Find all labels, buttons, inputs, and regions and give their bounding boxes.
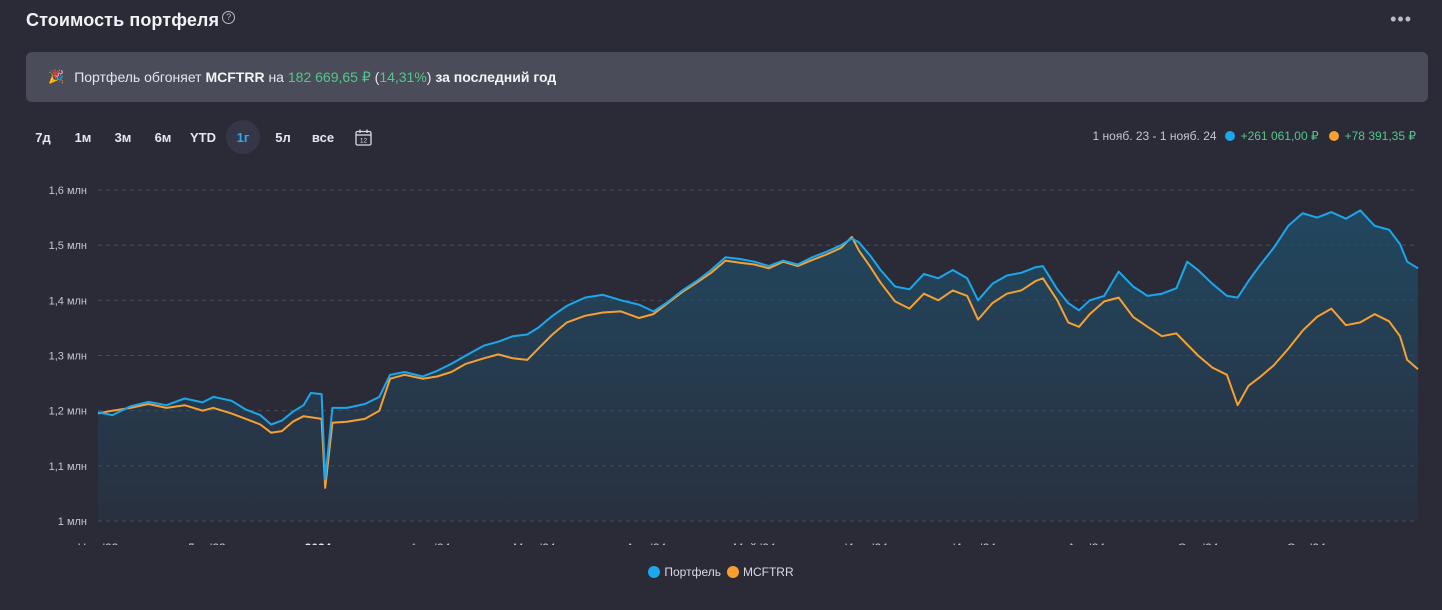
card-header: Стоимость портфеля ?	[26, 10, 236, 31]
help-icon[interactable]: ?	[222, 11, 236, 24]
banner-amount: 182 669,65 ₽	[287, 68, 371, 85]
x-tick-label: Авг '24	[1067, 541, 1105, 545]
x-tick-label: Май '24	[733, 541, 776, 545]
period-7d[interactable]: 7д	[26, 120, 60, 154]
y-tick-label: 1,2 млн	[49, 406, 87, 418]
chart-legend: Портфель MCFTRR	[0, 565, 1442, 579]
banner-on: на	[268, 69, 284, 85]
period-all[interactable]: все	[306, 120, 340, 154]
x-tick-label: 2024	[305, 541, 332, 545]
legend-index[interactable]: MCFTRR	[726, 565, 794, 579]
portfolio-change: +261 061,00 ₽	[1240, 129, 1319, 143]
party-popper-icon: 🎉	[48, 69, 65, 84]
date-range: 1 нояб. 23 - 1 нояб. 24	[1092, 129, 1217, 143]
x-tick-label: Мар '24	[513, 541, 556, 545]
x-tick-label: Сен '24	[1178, 541, 1219, 545]
x-tick-label: Июл '24	[953, 541, 997, 545]
y-tick-label: 1,1 млн	[49, 461, 87, 473]
banner-percent: 14,31%	[379, 69, 427, 85]
area-fill	[98, 210, 1418, 521]
period-summary: 1 нояб. 23 - 1 нояб. 24 +261 061,00 ₽ +7…	[1093, 129, 1416, 143]
page-title: Стоимость портфеля	[26, 10, 220, 30]
banner-suffix: за последний год	[435, 69, 557, 85]
x-axis: Ноя '23 Дек '23 2024 Фев '24 Мар '24 Апр '24 М…	[78, 541, 1327, 545]
banner-prefix: Портфель обгоняет	[74, 69, 202, 85]
legend-index-dot-icon	[726, 566, 739, 578]
period-3m[interactable]: 3м	[106, 120, 140, 154]
calendar-icon[interactable]: 12	[346, 120, 380, 154]
x-tick-label: Дек '23	[187, 541, 226, 545]
period-selector: 7д 1м 3м 6м YTD 1г 5л все 12	[26, 120, 380, 154]
comparison-banner: 🎉 Портфель обгоняет MCFTRR на 182 669,65…	[26, 52, 1428, 102]
legend-portfolio[interactable]: Портфель	[648, 565, 721, 579]
y-axis: 1,6 млн 1,5 млн 1,4 млн 1,3 млн 1,2 млн 1,1 м…	[49, 185, 87, 528]
period-1m[interactable]: 1м	[66, 120, 100, 154]
period-6m[interactable]: 6м	[146, 120, 180, 154]
x-tick-label: Окт '24	[1287, 541, 1327, 545]
y-tick-label: 1,6 млн	[49, 185, 87, 197]
x-tick-label: Апр '24	[626, 541, 666, 545]
y-tick-label: 1 млн	[58, 516, 87, 528]
period-5y[interactable]: 5л	[266, 120, 300, 154]
more-options-icon[interactable]: •••	[1390, 10, 1412, 28]
y-tick-label: 1,4 млн	[49, 295, 87, 307]
index-dot-icon	[1328, 131, 1339, 141]
period-ytd[interactable]: YTD	[186, 120, 220, 154]
index-change: +78 391,35 ₽	[1344, 129, 1416, 143]
legend-portfolio-dot-icon	[648, 566, 661, 578]
y-tick-label: 1,3 млн	[49, 351, 87, 363]
legend-index-label: MCFTRR	[742, 565, 794, 579]
legend-portfolio-label: Портфель	[664, 565, 721, 579]
portfolio-area	[98, 210, 1418, 521]
portfolio-dot-icon	[1224, 131, 1235, 141]
y-tick-label: 1,5 млн	[49, 240, 87, 252]
x-tick-label: Ноя '23	[78, 541, 119, 545]
period-1y[interactable]: 1г	[226, 120, 260, 154]
x-tick-label: Фев '24	[409, 541, 450, 545]
svg-text:12: 12	[359, 137, 367, 144]
x-tick-label: Июн '24	[845, 541, 889, 545]
portfolio-value-chart[interactable]: 1,6 млн 1,5 млн 1,4 млн 1,3 млн 1,2 млн 1,1 м…	[0, 165, 1442, 545]
banner-index: MCFTRR	[205, 69, 265, 85]
